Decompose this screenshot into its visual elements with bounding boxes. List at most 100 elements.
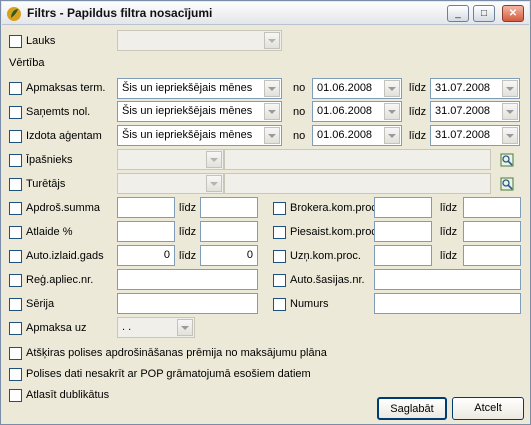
to-label: līdz <box>440 250 458 262</box>
range-checkbox[interactable] <box>273 226 286 239</box>
option-checkbox[interactable] <box>9 389 22 402</box>
range-from-field[interactable] <box>117 221 175 242</box>
range-from-field[interactable] <box>117 197 175 218</box>
period-select[interactable]: Šis un iepriekšējais mēnes <box>117 125 282 146</box>
chevron-down-icon[interactable] <box>384 103 400 120</box>
from-label: no <box>293 106 306 118</box>
lauks-select[interactable] <box>117 30 282 51</box>
auto-sasijas-checkbox[interactable] <box>273 274 286 287</box>
range-label: Brokera.kom.proc. <box>290 202 380 214</box>
auto-sasijas-label: Auto.šasijas.nr. <box>290 274 365 286</box>
chevron-down-icon[interactable] <box>264 80 280 97</box>
chevron-down-icon[interactable] <box>384 127 400 144</box>
numurs-label: Numurs <box>290 298 329 310</box>
serija-label: Sērija <box>26 298 55 310</box>
numurs-field[interactable] <box>374 293 521 314</box>
range-checkbox[interactable] <box>273 202 286 215</box>
apmaksa-uz-date-picker[interactable]: . . <box>117 317 195 338</box>
chevron-down-icon[interactable] <box>264 103 280 120</box>
save-button[interactable]: Saglabāt <box>377 397 447 420</box>
chevron-down-icon[interactable] <box>384 80 400 97</box>
to-label: līdz <box>409 106 427 118</box>
to-label: līdz <box>179 250 197 262</box>
chevron-down-icon[interactable] <box>264 127 280 144</box>
reg-apliec-checkbox[interactable] <box>9 274 22 287</box>
chevron-down-icon[interactable] <box>177 319 193 336</box>
numurs-checkbox[interactable] <box>273 298 286 311</box>
range-to-field[interactable] <box>200 197 258 218</box>
from-date-picker[interactable]: 01.06.2008 <box>312 101 402 122</box>
serija-field[interactable] <box>117 293 258 314</box>
range-label: Atlaide % <box>26 226 73 238</box>
to-label: līdz <box>179 226 197 238</box>
range-to-field[interactable]: 0 <box>200 245 258 266</box>
window-title: Filtrs - Papildus filtra nosacījumi <box>27 6 213 20</box>
minimize-button[interactable]: _ <box>447 5 469 22</box>
chevron-down-icon[interactable] <box>502 127 518 144</box>
ipasnieks-checkbox[interactable] <box>9 154 22 167</box>
option-label: Polises dati nesakrīt ar POP grāmatojumā… <box>26 368 311 380</box>
to-date-picker[interactable]: 31.07.2008 <box>430 125 520 146</box>
range-to-field[interactable] <box>463 245 521 266</box>
period-value: Šis un iepriekšējais mēnes <box>122 105 253 117</box>
range-checkbox[interactable] <box>273 250 286 263</box>
turetajs-code-select[interactable] <box>117 173 224 194</box>
title-bar[interactable]: Filtrs - Papildus filtra nosacījumi _ □ … <box>2 2 529 25</box>
to-date-value: 31.07.2008 <box>435 129 491 141</box>
ipasnieks-name-field[interactable] <box>224 149 491 170</box>
date-row-label: Saņemts nol. <box>26 106 91 118</box>
to-label: līdz <box>440 202 458 214</box>
range-from-field[interactable] <box>374 221 432 242</box>
option-checkbox[interactable] <box>9 347 22 360</box>
period-select[interactable]: Šis un iepriekšējais mēnes <box>117 101 282 122</box>
chevron-down-icon[interactable] <box>502 103 518 120</box>
to-date-picker[interactable]: 31.07.2008 <box>430 101 520 122</box>
range-from-field[interactable] <box>374 197 432 218</box>
chevron-down-icon[interactable] <box>206 175 222 192</box>
date-row-checkbox[interactable] <box>9 130 22 143</box>
from-date-value: 01.06.2008 <box>317 129 373 141</box>
to-date-value: 31.07.2008 <box>435 105 491 117</box>
cancel-button[interactable]: Atcelt <box>452 397 524 420</box>
from-label: no <box>293 130 306 142</box>
auto-sasijas-field[interactable] <box>374 269 521 290</box>
date-row-checkbox[interactable] <box>9 82 22 95</box>
lookup-search-icon[interactable] <box>500 153 514 167</box>
reg-apliec-label: Reģ.apliec.nr. <box>26 274 94 286</box>
chevron-down-icon[interactable] <box>206 151 222 168</box>
lookup-search-icon[interactable] <box>500 177 514 191</box>
range-checkbox[interactable] <box>9 250 22 263</box>
apmaksa-uz-checkbox[interactable] <box>9 322 22 335</box>
from-date-value: 01.06.2008 <box>317 105 373 117</box>
range-to-field[interactable] <box>463 221 521 242</box>
close-button[interactable]: ✕ <box>502 5 524 22</box>
serija-checkbox[interactable] <box>9 298 22 311</box>
range-checkbox[interactable] <box>9 226 22 239</box>
ipasnieks-label: Īpašnieks <box>26 154 73 166</box>
period-value: Šis un iepriekšējais mēnes <box>122 129 253 141</box>
range-to-field[interactable] <box>463 197 521 218</box>
range-label: Piesaist.kom.proc. <box>290 226 380 238</box>
to-label: līdz <box>409 130 427 142</box>
range-from-field[interactable]: 0 <box>117 245 175 266</box>
range-to-field[interactable] <box>200 221 258 242</box>
to-date-picker[interactable]: 31.07.2008 <box>430 78 520 99</box>
lauks-checkbox[interactable] <box>9 35 22 48</box>
period-select[interactable]: Šis un iepriekšējais mēnes <box>117 78 282 99</box>
from-date-picker[interactable]: 01.06.2008 <box>312 125 402 146</box>
chevron-down-icon[interactable] <box>502 80 518 97</box>
date-row-checkbox[interactable] <box>9 106 22 119</box>
range-from-field[interactable] <box>374 245 432 266</box>
range-checkbox[interactable] <box>9 202 22 215</box>
maximize-button[interactable]: □ <box>473 5 495 22</box>
to-label: līdz <box>179 202 197 214</box>
ipasnieks-code-select[interactable] <box>117 149 224 170</box>
reg-apliec-field[interactable] <box>117 269 258 290</box>
date-row-label: Apmaksas term. <box>26 82 106 94</box>
option-checkbox[interactable] <box>9 368 22 381</box>
chevron-down-icon[interactable] <box>264 32 280 49</box>
from-date-picker[interactable]: 01.06.2008 <box>312 78 402 99</box>
turetajs-checkbox[interactable] <box>9 178 22 191</box>
turetajs-name-field[interactable] <box>224 173 491 194</box>
option-label: Atlasīt dublikātus <box>26 389 110 401</box>
